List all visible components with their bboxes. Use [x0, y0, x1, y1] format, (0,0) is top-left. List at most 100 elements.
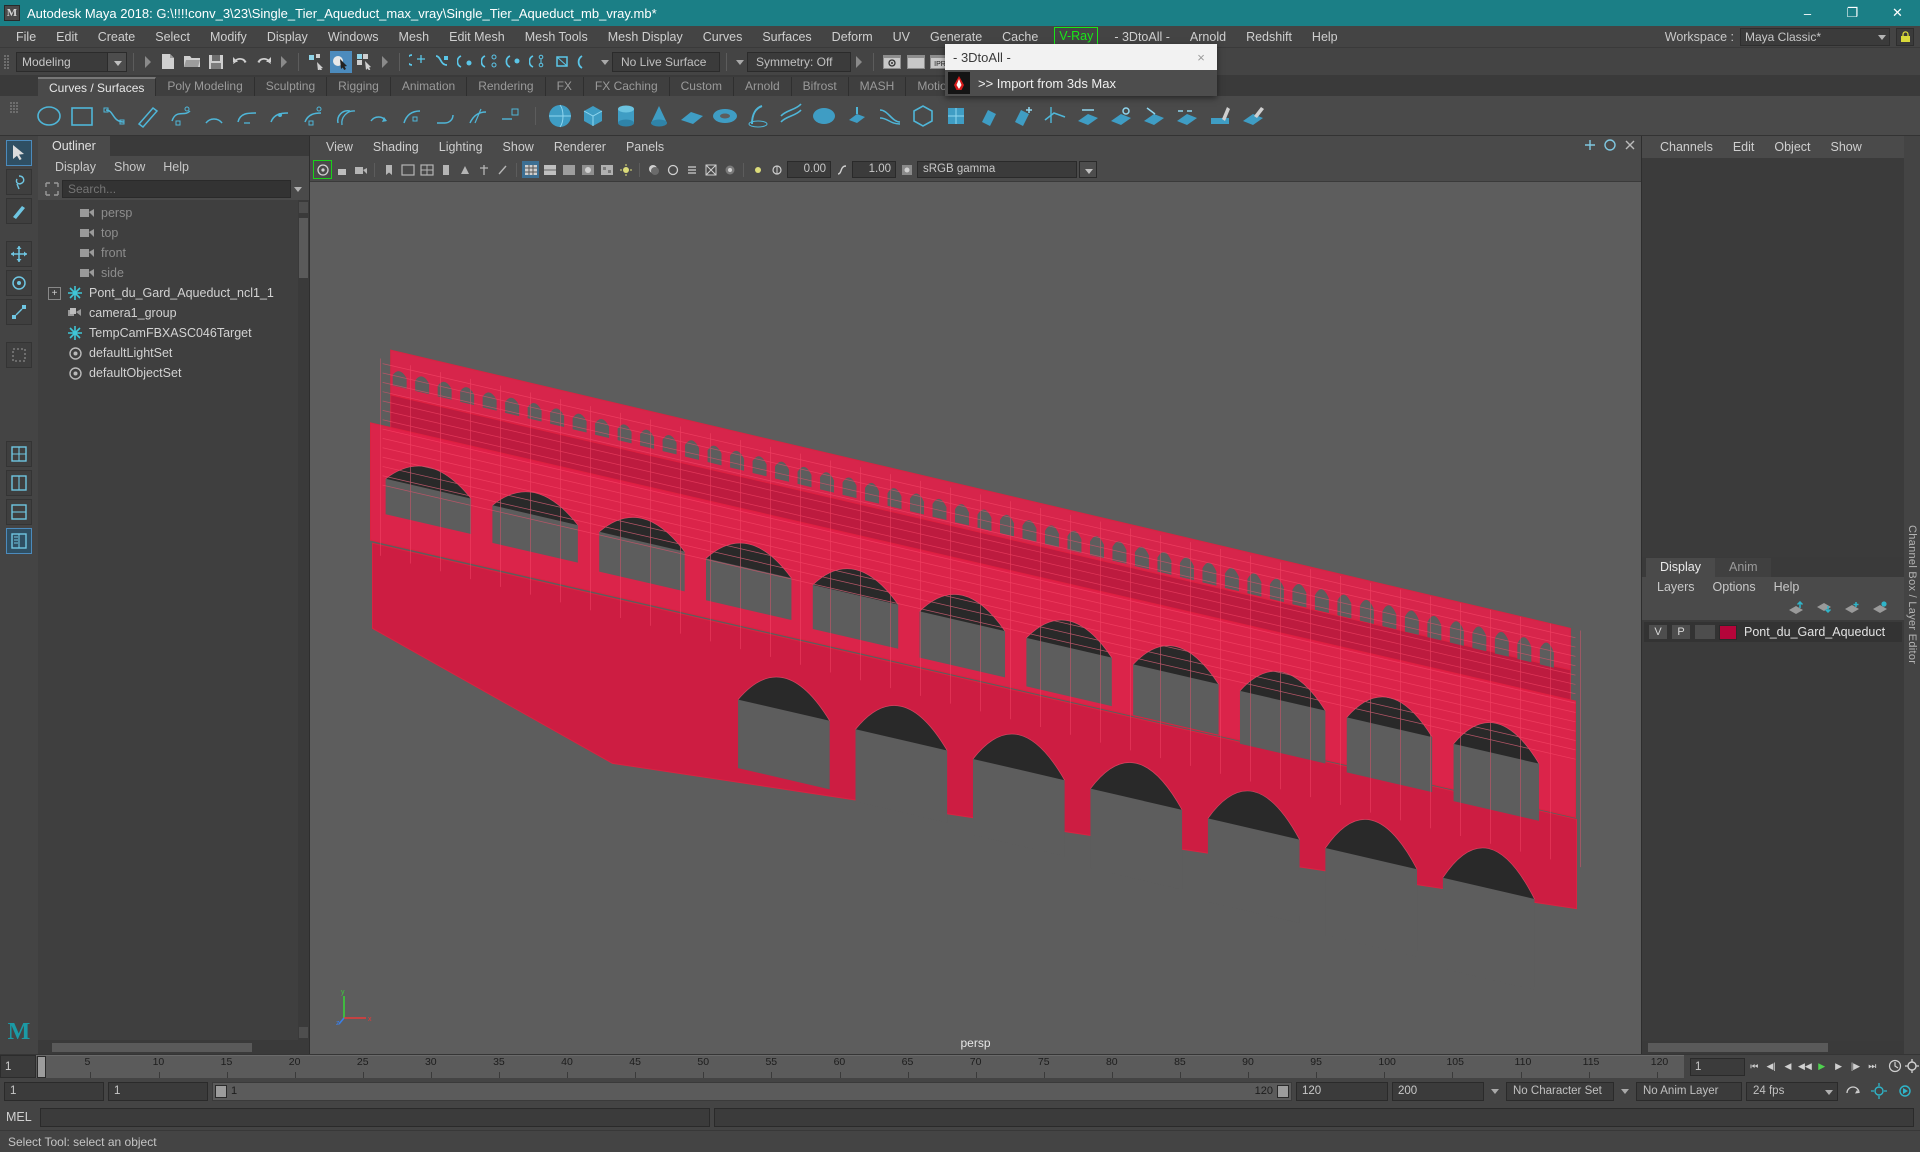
menu-create[interactable]: Create	[88, 26, 146, 48]
shelf-tab-bifrost[interactable]: Bifrost	[791, 77, 849, 96]
nurbs-torus-icon[interactable]	[710, 101, 740, 131]
planar-surface-icon[interactable]	[809, 101, 839, 131]
select-tool-icon[interactable]	[6, 140, 32, 166]
close-icon[interactable]: ×	[1193, 50, 1209, 65]
3dtoall-dropdown-menu[interactable]: - 3DtoAll - × >> Import from 3ds Max	[945, 44, 1217, 96]
anim-layer-select[interactable]: No Anim Layer	[1636, 1081, 1742, 1101]
shelf-tab-arnold[interactable]: Arnold	[733, 77, 792, 96]
range-left-handle[interactable]	[215, 1084, 227, 1098]
shelf-tab-sculpting[interactable]: Sculpting	[254, 77, 328, 96]
viewport-menu-shading[interactable]: Shading	[363, 136, 429, 158]
insert-knot-icon[interactable]	[298, 101, 328, 131]
image-plane-icon[interactable]	[399, 161, 416, 178]
shelf-tab-mash[interactable]: MASH	[848, 77, 907, 96]
color-management-chevron-down-icon[interactable]	[1079, 161, 1097, 178]
playback-frame-field[interactable]: 1	[1690, 1057, 1746, 1076]
menu-display[interactable]: Display	[257, 26, 318, 48]
shelf-tab-rendering[interactable]: Rendering	[467, 77, 546, 96]
symmetry-chevron-down-icon[interactable]	[733, 52, 747, 72]
bevel-icon[interactable]	[974, 101, 1004, 131]
layer-row[interactable]: V P Pont_du_Gard_Aqueduct	[1644, 622, 1902, 642]
motion-blur-icon[interactable]	[683, 161, 700, 178]
loft-icon[interactable]	[776, 101, 806, 131]
step-forward-frame-icon[interactable]: ▶	[1831, 1058, 1847, 1076]
wireframe-shading-icon[interactable]	[522, 161, 539, 178]
outliner-menu-display[interactable]: Display	[46, 156, 105, 178]
last-tool-icon[interactable]	[6, 342, 32, 368]
layer-visibility-toggle[interactable]: V	[1648, 624, 1668, 640]
menu-file[interactable]: File	[6, 26, 46, 48]
menu-windows[interactable]: Windows	[318, 26, 389, 48]
panel-restore-icon[interactable]	[1583, 138, 1597, 155]
shelf-tab-poly-modeling[interactable]: Poly Modeling	[156, 77, 255, 96]
animation-preferences-gear-icon[interactable]	[1868, 1082, 1890, 1100]
grid-icon[interactable]	[418, 161, 435, 178]
anim-layer-chevron-down-icon[interactable]	[1618, 1081, 1632, 1101]
tab-display-layers[interactable]: Display	[1646, 558, 1715, 577]
undo-icon[interactable]	[229, 51, 251, 73]
tab-anim-layers[interactable]: Anim	[1715, 558, 1772, 577]
bezier-curve-tool-icon[interactable]	[166, 101, 196, 131]
scroll-down-icon[interactable]	[299, 1027, 308, 1038]
shelf-tab-fx[interactable]: FX	[545, 77, 584, 96]
paint-select-tool-icon[interactable]	[6, 198, 32, 224]
anim-start-field[interactable]: 1	[4, 1081, 104, 1101]
redo-icon[interactable]	[253, 51, 275, 73]
layer-list[interactable]: V P Pont_du_Gard_Aqueduct	[1642, 620, 1904, 1041]
magnet-icon[interactable]	[551, 51, 573, 73]
view-layout-single-icon[interactable]	[6, 441, 32, 467]
boundary-icon[interactable]	[908, 101, 938, 131]
attach-curves-icon[interactable]	[232, 101, 262, 131]
project-curve-on-surface-icon[interactable]	[1073, 101, 1103, 131]
viewport-menu-view[interactable]: View	[316, 136, 363, 158]
intersect-surfaces-icon[interactable]	[1040, 101, 1070, 131]
expand-icon[interactable]: +	[48, 286, 61, 300]
arc-tool-icon[interactable]	[199, 101, 229, 131]
toolbar-gripper[interactable]	[2, 51, 12, 73]
snap-curve-icon[interactable]	[431, 51, 453, 73]
shelf-tab-custom[interactable]: Custom	[669, 77, 734, 96]
menu-modify[interactable]: Modify	[200, 26, 257, 48]
menu-mesh-display[interactable]: Mesh Display	[598, 26, 693, 48]
anim-end-field[interactable]: 200	[1392, 1081, 1484, 1101]
go-to-end-icon[interactable]: ⏭	[1864, 1058, 1880, 1076]
xray-icon[interactable]	[494, 161, 511, 178]
wireframe-on-shaded-icon[interactable]	[579, 161, 596, 178]
lasso-tool-icon[interactable]	[6, 169, 32, 195]
layer-menu-layers[interactable]: Layers	[1648, 577, 1704, 598]
resolution-gate-icon[interactable]	[456, 161, 473, 178]
render-sequence-icon[interactable]	[905, 51, 927, 73]
sculpt-geometry-icon[interactable]	[1205, 101, 1235, 131]
character-set-chevron-down-icon[interactable]	[1488, 1081, 1502, 1101]
play-forwards-icon[interactable]: ▶	[1814, 1058, 1830, 1076]
command-output[interactable]	[714, 1107, 1914, 1127]
snap-view-plane-icon[interactable]	[503, 51, 525, 73]
outliner-item-front[interactable]: front	[38, 243, 309, 263]
close-icon[interactable]: ✕	[1875, 0, 1920, 26]
layer-color-swatch[interactable]	[1719, 624, 1737, 640]
exposure-icon[interactable]	[768, 161, 785, 178]
menu-uv[interactable]: UV	[883, 26, 920, 48]
viewport-menu-show[interactable]: Show	[493, 136, 544, 158]
move-layer-down-icon[interactable]	[1816, 601, 1832, 618]
snap-make-live-icon[interactable]	[575, 51, 597, 73]
animation-preferences-icon[interactable]	[1904, 1058, 1920, 1076]
minimize-icon[interactable]: –	[1785, 0, 1830, 26]
playback-end-field[interactable]: 120	[1296, 1081, 1388, 1101]
nurbs-cylinder-icon[interactable]	[611, 101, 641, 131]
animation-cycle-icon[interactable]	[1842, 1082, 1864, 1100]
menu-mesh-tools[interactable]: Mesh Tools	[515, 26, 598, 48]
extrude-icon[interactable]	[842, 101, 872, 131]
command-input[interactable]	[40, 1107, 710, 1127]
nurbs-cube-icon[interactable]	[578, 101, 608, 131]
fps-select[interactable]: 24 fps	[1746, 1081, 1838, 1101]
outliner-item-side[interactable]: side	[38, 263, 309, 283]
shelf-tab-animation[interactable]: Animation	[390, 77, 468, 96]
go-to-start-icon[interactable]: ⏮	[1746, 1058, 1762, 1076]
bevel-plus-icon[interactable]	[1007, 101, 1037, 131]
view-layout-three-icon[interactable]	[6, 499, 32, 525]
filter-icon[interactable]	[42, 180, 62, 198]
gamma-value[interactable]: 1.00	[852, 161, 896, 178]
pencil-curve-tool-icon[interactable]	[133, 101, 163, 131]
range-right-handle[interactable]	[1277, 1084, 1289, 1098]
